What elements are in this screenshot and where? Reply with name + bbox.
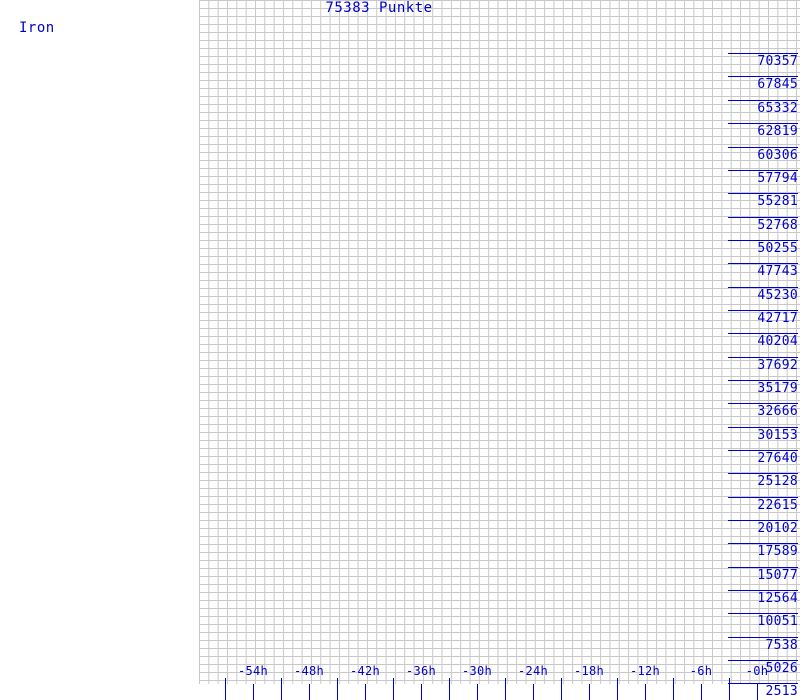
x-axis-tick xyxy=(645,684,646,700)
x-axis-tick xyxy=(673,678,674,700)
x-axis-label: -48h xyxy=(293,664,325,678)
x-axis-tick xyxy=(281,678,282,700)
x-axis-tick xyxy=(477,684,478,700)
x-axis-label: -12h xyxy=(629,664,661,678)
x-axis-label: -0h xyxy=(745,664,769,678)
x-axis-label: -54h xyxy=(237,664,269,678)
series-legend-label: Iron xyxy=(19,20,55,36)
x-axis-tick xyxy=(309,684,310,700)
x-axis: -54h -48h -42h -36h -30h -24h -18h -12h -6h -0h xyxy=(0,664,800,700)
x-axis-tick xyxy=(393,678,394,700)
x-axis-label: -30h xyxy=(461,664,493,678)
x-axis-label: -18h xyxy=(573,664,605,678)
graph-root: 75383 Punkte Iron 70357 67845 65332 62819 60… xyxy=(0,0,800,700)
x-axis-label: -42h xyxy=(349,664,381,678)
x-axis-label: -6h xyxy=(689,664,713,678)
graph-title: 75383 Punkte xyxy=(325,0,433,16)
x-axis-tick xyxy=(225,678,226,700)
x-axis-tick xyxy=(365,684,366,700)
x-axis-label: -36h xyxy=(405,664,437,678)
plot-grid-area xyxy=(199,0,800,684)
x-axis-tick xyxy=(337,678,338,700)
x-axis-tick xyxy=(701,684,702,700)
x-axis-tick xyxy=(757,684,758,700)
x-axis-tick xyxy=(617,678,618,700)
x-axis-label: -24h xyxy=(517,664,549,678)
x-axis-tick xyxy=(561,678,562,700)
x-axis-tick xyxy=(253,684,254,700)
x-axis-tick xyxy=(729,678,730,700)
x-axis-tick xyxy=(589,684,590,700)
x-axis-tick xyxy=(505,678,506,700)
x-axis-tick xyxy=(421,684,422,700)
x-axis-tick xyxy=(533,684,534,700)
x-axis-tick xyxy=(449,678,450,700)
